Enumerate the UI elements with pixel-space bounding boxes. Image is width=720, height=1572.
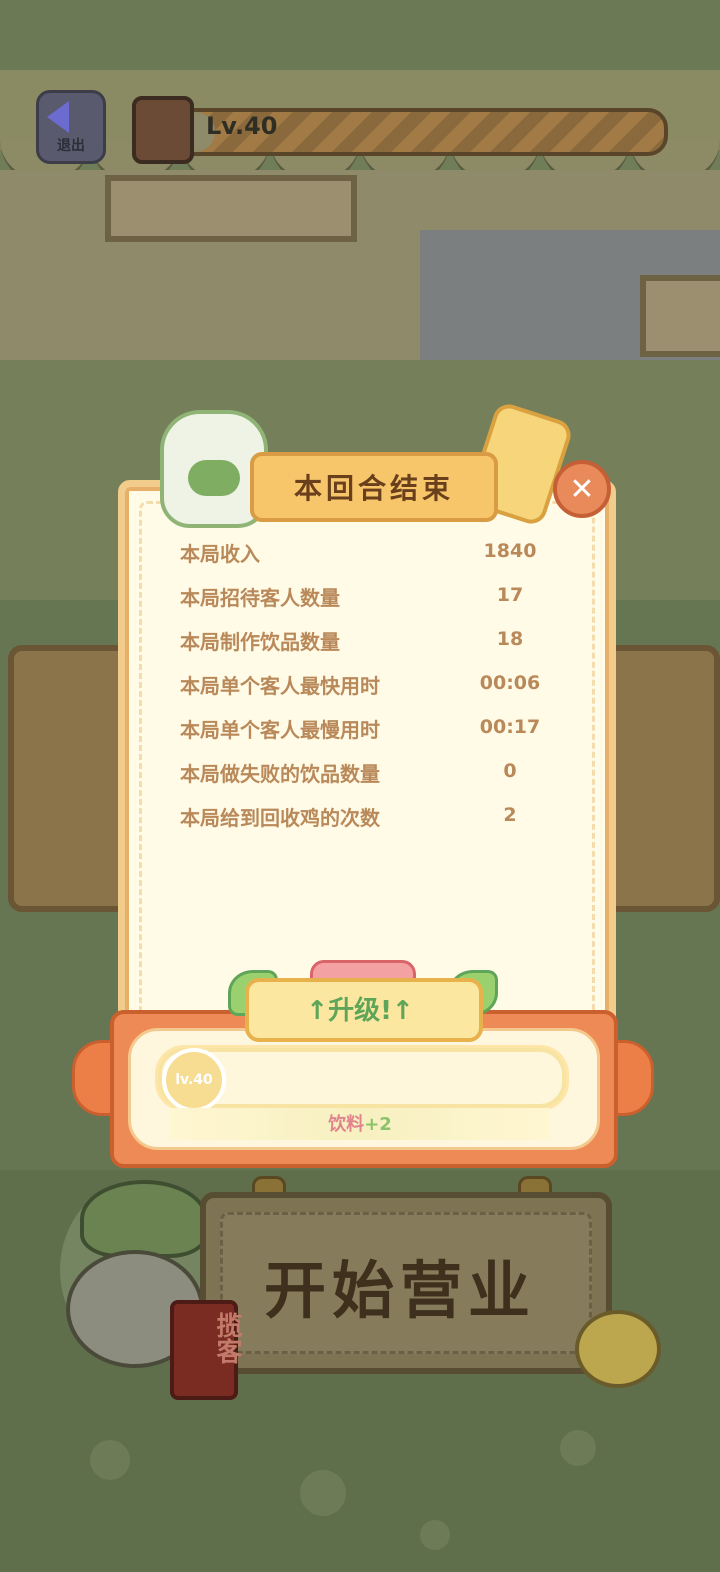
chick-character <box>575 1310 661 1388</box>
close-button[interactable]: ✕ <box>553 460 611 518</box>
exit-label: 退出 <box>57 138 85 154</box>
stat-value: 18 <box>496 628 524 650</box>
stat-label: 本局单个客人最快用时 <box>180 674 380 698</box>
stat-label: 本局招待客人数量 <box>180 586 340 610</box>
stat-label: 本局做失败的饮品数量 <box>180 762 380 786</box>
sky-band <box>0 0 720 70</box>
stat-label: 本局单个客人最慢用时 <box>180 718 380 742</box>
mascot-face <box>188 460 240 496</box>
reward-amount: +2 <box>364 1114 392 1135</box>
stat-value: 1840 <box>483 540 537 562</box>
stat-value: 2 <box>503 804 517 826</box>
shop-window <box>105 175 357 242</box>
ground-dot <box>300 1470 346 1516</box>
stat-label: 本局制作饮品数量 <box>180 630 340 654</box>
stat-value: 17 <box>496 584 524 606</box>
upgrade-label: ↑升级!↑ <box>306 996 414 1026</box>
start-business-label: 开始营业 <box>263 1254 536 1327</box>
shop-window <box>640 275 720 357</box>
ground-dot <box>90 1440 130 1480</box>
reward-text: 饮料+2 <box>170 1110 550 1136</box>
title-ribbon: 本回合结束 <box>250 452 498 522</box>
menu-board-right <box>598 645 720 912</box>
stat-row: 本局给到回收鸡的次数 2 <box>180 798 560 842</box>
solicit-label: 揽客 <box>212 1312 242 1364</box>
close-icon: ✕ <box>569 471 595 507</box>
reward-label: 饮料 <box>328 1114 365 1135</box>
exit-button[interactable]: 退出 <box>36 90 106 164</box>
stat-label: 本局收入 <box>180 542 260 566</box>
back-arrow-icon <box>47 101 69 133</box>
stat-value: 00:17 <box>479 716 541 738</box>
ground-dot <box>420 1520 450 1550</box>
menu-board-left <box>8 645 130 912</box>
modal-title: 本回合结束 <box>293 472 454 505</box>
stat-row: 本局收入 1840 <box>180 534 560 578</box>
level-badge: lv.40 <box>162 1048 226 1112</box>
stat-row: 本局做失败的饮品数量 0 <box>180 754 560 798</box>
ground-dot <box>560 1430 596 1466</box>
milk-tea-cup-icon <box>132 96 194 164</box>
stat-value: 00:06 <box>479 672 541 694</box>
player-level: Lv.40 <box>206 112 278 140</box>
stat-row: 本局单个客人最慢用时 00:17 <box>180 710 560 754</box>
stat-row: 本局招待客人数量 17 <box>180 578 560 622</box>
stats-list: 本局收入 1840 本局招待客人数量 17 本局制作饮品数量 18 本局单个客人… <box>180 534 560 842</box>
stat-row: 本局制作饮品数量 18 <box>180 622 560 666</box>
cabbage-character-leaves <box>80 1180 208 1258</box>
stat-label: 本局给到回收鸡的次数 <box>180 806 380 830</box>
stat-row: 本局单个客人最快用时 00:06 <box>180 666 560 710</box>
stat-value: 0 <box>503 760 517 782</box>
